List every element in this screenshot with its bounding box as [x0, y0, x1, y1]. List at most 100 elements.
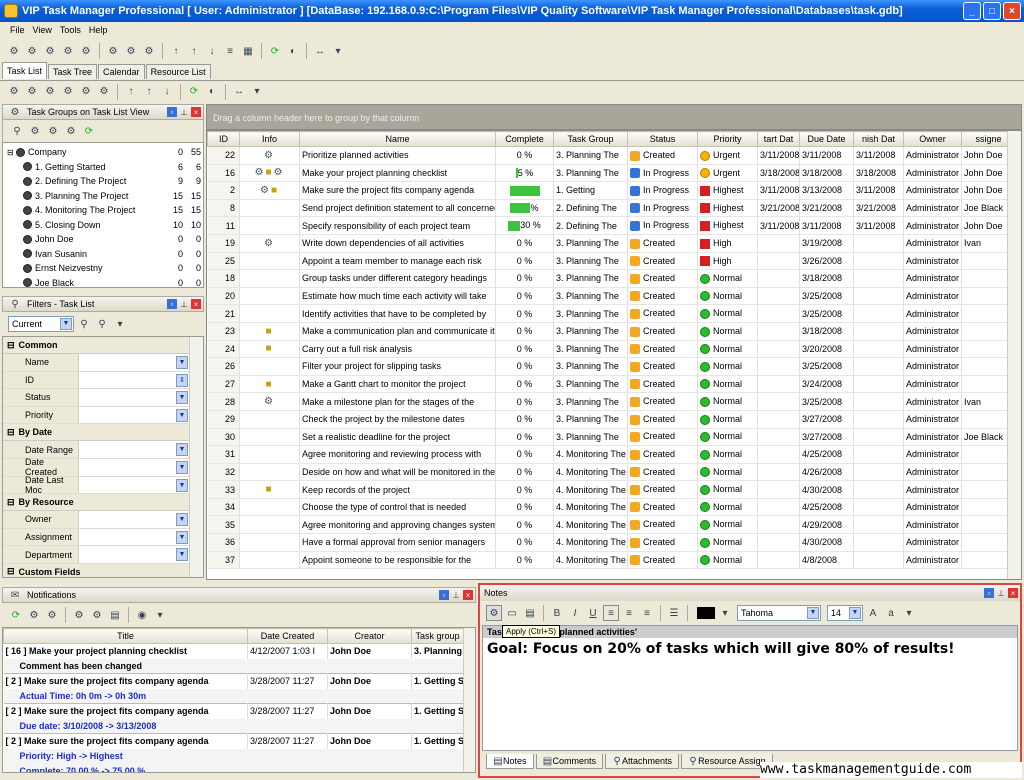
- refresh-icon[interactable]: ⟳: [186, 84, 202, 100]
- notification-row[interactable]: [ 16 ] Make your project planning checkl…: [3, 643, 464, 659]
- notification-row[interactable]: [ 2 ] Make sure the project fits company…: [3, 733, 464, 749]
- panel-close-icon[interactable]: ×: [191, 107, 201, 117]
- filter-icon[interactable]: ⚲: [9, 123, 25, 139]
- move-top-icon[interactable]: ↑: [186, 43, 202, 59]
- group-tree-item[interactable]: 3. Planning The Project 15 15: [3, 189, 203, 204]
- tab-notes[interactable]: ▤ Notes: [486, 754, 534, 769]
- table-row[interactable]: 31 Agree monitoring and reviewing process…: [207, 445, 1016, 464]
- task-edit-icon[interactable]: ⚙: [78, 84, 94, 100]
- group-add-icon[interactable]: ⚙: [42, 84, 58, 100]
- column-header[interactable]: Owner: [903, 131, 962, 147]
- filter-clear-icon[interactable]: ⚲: [76, 316, 92, 332]
- notification-row[interactable]: [ 2 ] Make sure the project fits company…: [3, 703, 464, 719]
- group-add-icon[interactable]: ⚙: [42, 43, 58, 59]
- group-tree-item[interactable]: Ernst Neizvestny 0 0: [3, 261, 203, 276]
- filter-field-value[interactable]: ▼: [79, 441, 189, 458]
- options-icon[interactable]: ▾: [152, 607, 168, 623]
- move-up-icon[interactable]: ↑: [123, 84, 139, 100]
- mark-read-icon[interactable]: ⚙: [26, 607, 42, 623]
- font-grow-icon[interactable]: A: [865, 605, 881, 621]
- tab-resource-list[interactable]: Resource List: [145, 64, 211, 79]
- notification-row[interactable]: Complete: 70.00 % -> 75.00 %: [3, 763, 464, 772]
- menu-tools[interactable]: Tools: [60, 25, 81, 35]
- task-delete-icon[interactable]: ⚙: [96, 84, 112, 100]
- refresh-icon[interactable]: ⟳: [267, 43, 283, 59]
- chevron-down-icon[interactable]: ▼: [176, 391, 188, 405]
- table-row[interactable]: 24 ■ Carry out a full risk analysis 0 % 3. P…: [207, 340, 1016, 359]
- panel-restore-icon[interactable]: ▫: [439, 590, 449, 600]
- collapse-icon[interactable]: ⊟: [7, 566, 15, 577]
- group-tree-item[interactable]: 4. Monitoring The Project 15 15: [3, 203, 203, 218]
- group-tree-item[interactable]: 1. Getting Started 6 6: [3, 160, 203, 175]
- options-icon[interactable]: ▾: [901, 605, 917, 621]
- font-color-swatch[interactable]: [697, 607, 715, 619]
- table-row[interactable]: 29 Check the project by the milestone dat…: [207, 410, 1016, 429]
- filter-field-value[interactable]: ▼: [79, 546, 189, 563]
- table-row[interactable]: 20 Estimate how much time each activity w…: [207, 287, 1016, 306]
- task-edit-icon[interactable]: ⚙: [123, 43, 139, 59]
- collapse-icon[interactable]: ⊟: [7, 497, 15, 508]
- chevron-down-icon[interactable]: ▼: [176, 548, 188, 562]
- group-icon[interactable]: ⚙: [24, 84, 40, 100]
- table-row[interactable]: 32 Deside on how and what will be monitor…: [207, 463, 1016, 482]
- panel-restore-icon[interactable]: ▫: [167, 299, 177, 309]
- users-icon[interactable]: ⚙: [6, 43, 22, 59]
- panel-close-icon[interactable]: ×: [463, 590, 473, 600]
- column-header[interactable]: nish Dat: [853, 131, 904, 147]
- refresh-icon[interactable]: ⟳: [8, 607, 24, 623]
- apply-icon[interactable]: ⚙: [486, 605, 502, 621]
- notes-editor[interactable]: Tas ritize planned activities' Goal: Focu…: [482, 625, 1018, 751]
- table-row[interactable]: 26 Filter your project for slipping tasks…: [207, 357, 1016, 376]
- notification-row[interactable]: Comment has been changed: [3, 658, 464, 674]
- print-icon[interactable]: ▤: [522, 605, 538, 621]
- table-row[interactable]: 16 ⚙ ■ ⚙ Make your project planning checklis…: [207, 164, 1016, 183]
- group-tree-item[interactable]: 2. Defining The Project 9 9: [3, 174, 203, 189]
- close-button[interactable]: ×: [1003, 2, 1021, 20]
- column-header[interactable]: Complete: [495, 131, 554, 147]
- table-row[interactable]: 18 Group tasks under different category h…: [207, 269, 1016, 288]
- column-header[interactable]: Title: [3, 628, 248, 644]
- table-row[interactable]: 27 ■ Make a Gantt chart to monitor the pro…: [207, 375, 1016, 394]
- filter-group[interactable]: ⊟ By Resource: [3, 494, 189, 512]
- expand-icon[interactable]: ↔: [312, 43, 328, 59]
- italic-icon[interactable]: I: [567, 605, 583, 621]
- group-tree-item[interactable]: 5. Closing Down 10 10: [3, 218, 203, 233]
- table-row[interactable]: 34 Choose the type of control that is nee…: [207, 498, 1016, 517]
- chevron-down-icon[interactable]: ▼: [176, 530, 188, 544]
- filter-field-value[interactable]: ▼: [79, 354, 189, 371]
- filter-field-value[interactable]: ⇕: [79, 371, 189, 389]
- menu-view[interactable]: View: [33, 25, 52, 35]
- preview-icon[interactable]: ⚙: [89, 607, 105, 623]
- chevron-down-icon[interactable]: ▼: [849, 607, 861, 619]
- table-row[interactable]: 11 Specify responsibility of each project…: [207, 216, 1016, 235]
- tab-task-list[interactable]: Task List: [2, 62, 48, 79]
- group-delete-icon[interactable]: ⚙: [78, 43, 94, 59]
- menu-help[interactable]: Help: [89, 25, 108, 35]
- bullets-icon[interactable]: ☰: [666, 605, 682, 621]
- grid-scrollbar[interactable]: [1007, 131, 1021, 579]
- filter-field-value[interactable]: ▼: [79, 476, 189, 494]
- view-icon[interactable]: ◉: [134, 607, 150, 623]
- spin-icon[interactable]: ⇕: [176, 373, 188, 387]
- table-row[interactable]: 28 ⚙ Make a milestone plan for the stages …: [207, 392, 1016, 411]
- font-shrink-icon[interactable]: a: [883, 605, 899, 621]
- column-header[interactable]: Task Group: [553, 131, 628, 147]
- table-row[interactable]: 25 Appoint a team member to manage each r…: [207, 252, 1016, 271]
- view-options-icon[interactable]: ▾: [249, 84, 265, 100]
- collapse-icon[interactable]: ⊟: [7, 340, 15, 351]
- bold-icon[interactable]: B: [549, 605, 565, 621]
- filter-field-value[interactable]: ▼: [79, 406, 189, 424]
- panel-restore-icon[interactable]: ▫: [167, 107, 177, 117]
- collapse-icon[interactable]: ⊟: [7, 148, 16, 157]
- table-row[interactable]: 22 ⚙ Prioritize planned activities 0 % 3. Pl…: [207, 146, 1016, 165]
- chevron-down-icon[interactable]: ▼: [176, 460, 188, 474]
- menu-file[interactable]: File: [10, 25, 25, 35]
- column-header[interactable]: Task group: [411, 628, 464, 644]
- filter-edit-icon[interactable]: ⚲: [94, 316, 110, 332]
- pin-icon[interactable]: ⊥: [996, 588, 1006, 598]
- sort-icon[interactable]: ≡: [222, 43, 238, 59]
- pin-icon[interactable]: ⊥: [179, 299, 189, 309]
- tab-attachments[interactable]: ⚲ Attachments: [605, 754, 680, 769]
- table-row[interactable]: 8 Send project definition statement to al…: [207, 199, 1016, 218]
- filter-field-value[interactable]: ▼: [79, 389, 189, 406]
